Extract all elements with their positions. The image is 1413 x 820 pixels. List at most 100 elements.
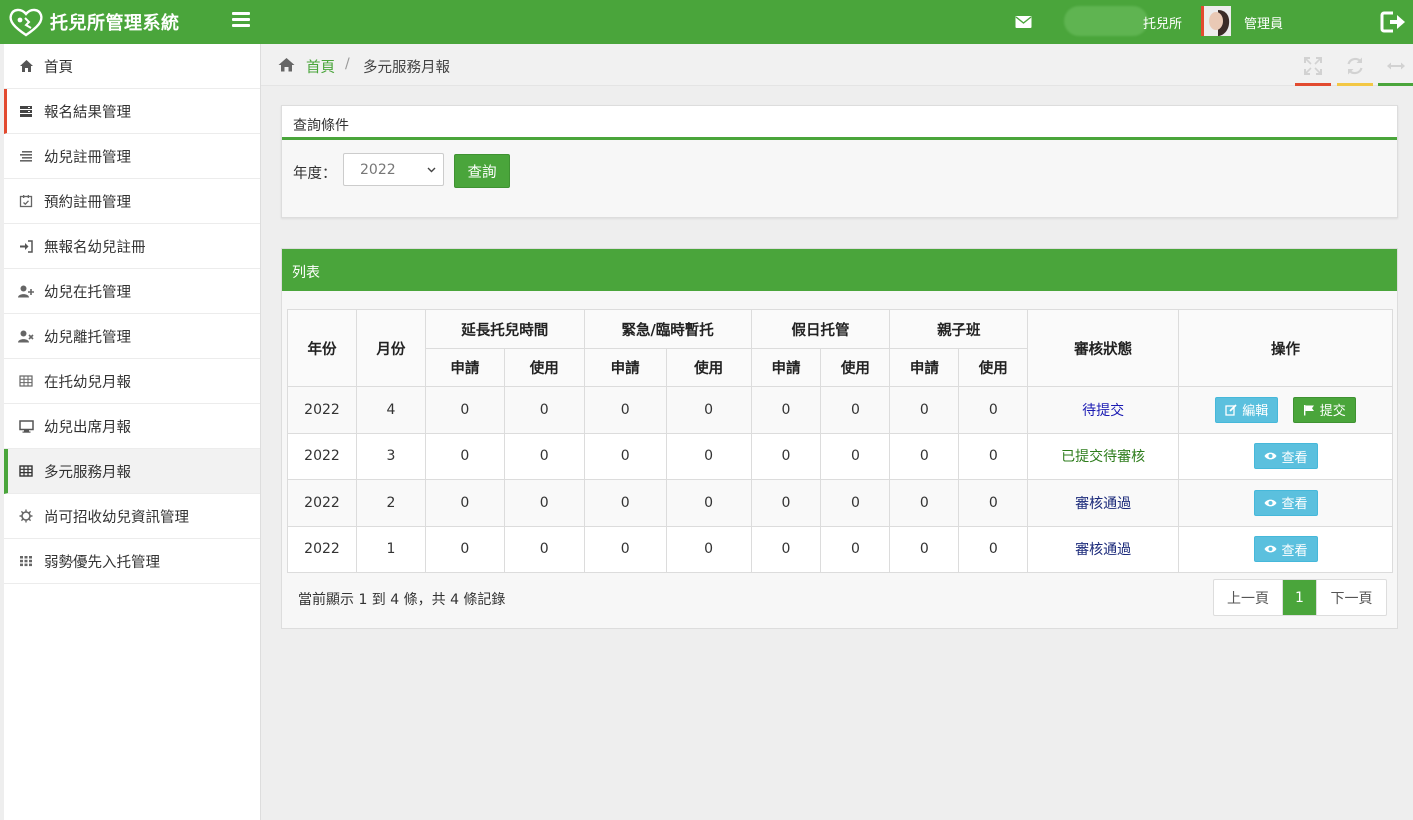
breadcrumb-separator: / [345, 56, 350, 72]
eye-icon [1264, 545, 1277, 553]
brand[interactable]: 托兒所管理系統 [8, 6, 180, 38]
sidebar-item-label: 弱勢優先入托管理 [44, 554, 160, 571]
submit-button[interactable]: 提交 [1292, 396, 1356, 423]
hamburger-icon[interactable] [232, 12, 250, 28]
cell-value: 0 [583, 525, 667, 573]
sidebar: 首頁 報名結果管理 幼兒註冊管理 預約註冊管理 無報名幼兒註冊 幼兒在托管理 幼… [4, 44, 261, 820]
cell-month: 1 [355, 525, 426, 573]
cell-month: 3 [355, 432, 426, 480]
calendar-check-icon [18, 193, 34, 209]
year-select[interactable]: 2022 [343, 153, 444, 186]
col-header-actions: 操作 [1178, 309, 1393, 387]
sidebar-item-label: 幼兒在托管理 [44, 284, 131, 301]
sidebar-item-attendance-monthly[interactable]: 幼兒出席月報 [4, 404, 260, 449]
fullscreen-icon[interactable] [1303, 56, 1323, 76]
col-header-extended-care: 延長托兒時間 [424, 309, 585, 349]
edit-button[interactable]: 編輯 [1215, 396, 1279, 423]
cell-year: 2022 [287, 386, 357, 434]
sidebar-item-label: 首頁 [44, 59, 73, 76]
cell-value: 0 [503, 525, 585, 573]
list-panel-title: 列表 [282, 249, 1397, 291]
year-select-value: 2022 [360, 162, 396, 178]
sidebar-item-vacancy-info[interactable]: 尚可招收幼兒資訊管理 [4, 494, 260, 539]
eye-icon [1264, 499, 1277, 507]
cell-value: 0 [424, 386, 505, 434]
table-row: 2022 3 0 0 0 0 0 0 0 0 已提交待審核 查看 [287, 432, 1393, 480]
envelope-icon[interactable] [1015, 15, 1032, 29]
cell-value: 0 [958, 479, 1029, 527]
query-button[interactable]: 查詢 [454, 154, 510, 188]
expand-horizontal-icon[interactable] [1386, 56, 1406, 76]
prev-page-button[interactable]: 上一頁 [1214, 580, 1283, 615]
table-footer-info: 當前顯示 1 到 4 條，共 4 條記錄 [298, 592, 506, 608]
refresh-icon[interactable] [1345, 56, 1365, 76]
cell-actions: 查看 [1178, 525, 1393, 573]
cell-value: 0 [665, 386, 752, 434]
org-name[interactable]: 托兒所 [1143, 13, 1182, 32]
sidebar-item-in-care-monthly[interactable]: 在托幼兒月報 [4, 359, 260, 404]
cell-value: 0 [889, 432, 960, 480]
sidebar-item-registration-results[interactable]: 報名結果管理 [4, 89, 260, 134]
query-panel: 查詢條件 年度： 2022 查詢 [281, 105, 1398, 218]
status-text: 已提交待審核 [1027, 432, 1180, 480]
fullscreen-indicator [1295, 83, 1331, 86]
view-button[interactable]: 查看 [1253, 536, 1318, 563]
sidebar-item-home[interactable]: 首頁 [4, 44, 260, 89]
next-page-button[interactable]: 下一頁 [1317, 580, 1386, 615]
cell-value: 0 [958, 525, 1029, 573]
list-icon [18, 148, 34, 164]
cell-value: 0 [889, 479, 960, 527]
cell-year: 2022 [287, 525, 357, 573]
col-header-emergency-care: 緊急/臨時暫托 [583, 309, 752, 349]
table-row: 2022 2 0 0 0 0 0 0 0 0 審核通過 查看 [287, 479, 1393, 527]
home-icon [18, 58, 34, 74]
sidebar-item-label: 無報名幼兒註冊 [44, 239, 146, 256]
page-number-button[interactable]: 1 [1283, 580, 1317, 615]
cell-value: 0 [503, 479, 585, 527]
cell-value: 0 [503, 432, 585, 480]
cell-value: 0 [665, 525, 752, 573]
edit-icon [1225, 404, 1237, 416]
cell-value: 0 [820, 386, 891, 434]
expand-indicator [1378, 83, 1413, 86]
sidebar-item-label: 尚可招收幼兒資訊管理 [44, 509, 189, 526]
breadcrumb-current: 多元服務月報 [363, 60, 450, 76]
sidebar-item-diverse-service-monthly[interactable]: 多元服務月報 [4, 449, 260, 494]
sidebar-item-label: 預約註冊管理 [44, 194, 131, 211]
sidebar-item-reservation-enrollment[interactable]: 預約註冊管理 [4, 179, 260, 224]
grid-icon [18, 553, 34, 569]
view-button-label: 查看 [1281, 543, 1308, 559]
logout-icon[interactable] [1380, 10, 1406, 34]
sidebar-item-child-enrollment[interactable]: 幼兒註冊管理 [4, 134, 260, 179]
year-label: 年度： [293, 166, 337, 182]
sidebar-item-disadvantaged-priority[interactable]: 弱勢優先入托管理 [4, 539, 260, 584]
cell-value: 0 [889, 525, 960, 573]
query-panel-title: 查詢條件 [282, 106, 1397, 140]
cell-actions: 編輯 提交 [1178, 386, 1393, 434]
refresh-indicator [1337, 83, 1373, 86]
sidebar-item-leave-care[interactable]: 幼兒離托管理 [4, 314, 260, 359]
col-header-use: 使用 [958, 348, 1029, 387]
home-icon[interactable] [278, 57, 295, 72]
sidebar-item-in-care[interactable]: 幼兒在托管理 [4, 269, 260, 314]
sidebar-item-label: 幼兒離托管理 [44, 329, 131, 346]
col-header-apply: 申請 [889, 348, 960, 387]
table-row: 2022 4 0 0 0 0 0 0 0 0 待提交 編輯 提交 [287, 386, 1393, 434]
sidebar-item-unregistered-enrollment[interactable]: 無報名幼兒註冊 [4, 224, 260, 269]
avatar[interactable] [1201, 6, 1231, 36]
sidebar-item-label: 在托幼兒月報 [44, 374, 131, 391]
cell-value: 0 [958, 386, 1029, 434]
heart-logo-icon [9, 8, 43, 37]
breadcrumb: 首頁 / 多元服務月報 [261, 44, 1413, 86]
cell-value: 0 [424, 479, 505, 527]
sidebar-item-label: 幼兒註冊管理 [44, 149, 131, 166]
view-button[interactable]: 查看 [1253, 489, 1318, 516]
monthly-report-table: 年份 月份 延長托兒時間 緊急/臨時暫托 假日托管 親子班 審核狀態 操作 申請… [287, 309, 1393, 573]
eye-icon [1264, 452, 1277, 460]
view-button[interactable]: 查看 [1253, 443, 1318, 470]
chevron-down-icon [427, 167, 436, 173]
org-name-blurred [1064, 6, 1148, 36]
breadcrumb-home-link[interactable]: 首頁 [306, 56, 335, 77]
user-name[interactable]: 管理員 [1244, 13, 1283, 32]
avatar-image-icon [1204, 6, 1231, 36]
